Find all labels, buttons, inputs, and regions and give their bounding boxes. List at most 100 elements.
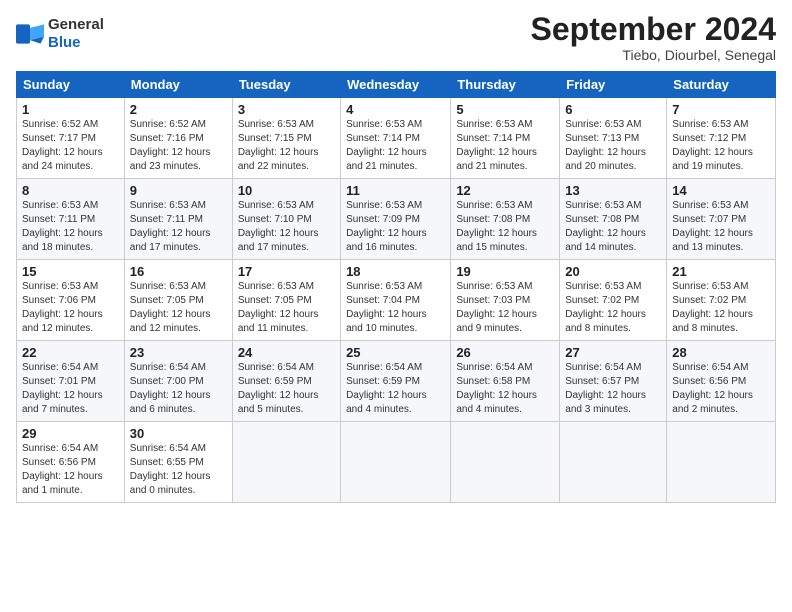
day-info: Sunrise: 6:54 AM Sunset: 6:59 PM Dayligh… (238, 361, 335, 417)
table-row: 17 Sunrise: 6:53 AM Sunset: 7:05 PM Dayl… (232, 260, 340, 341)
table-row: 18 Sunrise: 6:53 AM Sunset: 7:04 PM Dayl… (341, 260, 451, 341)
table-row: 5 Sunrise: 6:53 AM Sunset: 7:14 PM Dayli… (451, 98, 560, 179)
table-row: 29 Sunrise: 6:54 AM Sunset: 6:56 PM Dayl… (17, 422, 125, 503)
day-info: Sunrise: 6:53 AM Sunset: 7:08 PM Dayligh… (565, 199, 661, 255)
day-number: 12 (456, 183, 554, 198)
logo-icon (16, 24, 44, 44)
day-info: Sunrise: 6:54 AM Sunset: 6:55 PM Dayligh… (130, 442, 227, 498)
day-info: Sunrise: 6:53 AM Sunset: 7:04 PM Dayligh… (346, 280, 445, 336)
day-number: 23 (130, 345, 227, 360)
table-row: 21 Sunrise: 6:53 AM Sunset: 7:02 PM Dayl… (667, 260, 776, 341)
day-number: 18 (346, 264, 445, 279)
calendar-row: 22 Sunrise: 6:54 AM Sunset: 7:01 PM Dayl… (17, 341, 776, 422)
day-info: Sunrise: 6:54 AM Sunset: 7:01 PM Dayligh… (22, 361, 119, 417)
calendar-row: 1 Sunrise: 6:52 AM Sunset: 7:17 PM Dayli… (17, 98, 776, 179)
day-number: 10 (238, 183, 335, 198)
day-info: Sunrise: 6:53 AM Sunset: 7:07 PM Dayligh… (672, 199, 770, 255)
calendar-header-row: Sunday Monday Tuesday Wednesday Thursday… (17, 72, 776, 98)
day-number: 27 (565, 345, 661, 360)
day-info: Sunrise: 6:53 AM Sunset: 7:02 PM Dayligh… (565, 280, 661, 336)
table-row: 10 Sunrise: 6:53 AM Sunset: 7:10 PM Dayl… (232, 179, 340, 260)
col-thursday: Thursday (451, 72, 560, 98)
day-number: 6 (565, 102, 661, 117)
day-info: Sunrise: 6:53 AM Sunset: 7:05 PM Dayligh… (130, 280, 227, 336)
table-row: 24 Sunrise: 6:54 AM Sunset: 6:59 PM Dayl… (232, 341, 340, 422)
day-info: Sunrise: 6:53 AM Sunset: 7:11 PM Dayligh… (22, 199, 119, 255)
table-row: 7 Sunrise: 6:53 AM Sunset: 7:12 PM Dayli… (667, 98, 776, 179)
col-tuesday: Tuesday (232, 72, 340, 98)
day-info: Sunrise: 6:53 AM Sunset: 7:14 PM Dayligh… (456, 118, 554, 174)
table-row: 30 Sunrise: 6:54 AM Sunset: 6:55 PM Dayl… (124, 422, 232, 503)
day-info: Sunrise: 6:53 AM Sunset: 7:11 PM Dayligh… (130, 199, 227, 255)
table-row: 12 Sunrise: 6:53 AM Sunset: 7:08 PM Dayl… (451, 179, 560, 260)
day-number: 25 (346, 345, 445, 360)
day-number: 24 (238, 345, 335, 360)
day-info: Sunrise: 6:54 AM Sunset: 6:56 PM Dayligh… (22, 442, 119, 498)
day-number: 9 (130, 183, 227, 198)
col-friday: Friday (560, 72, 667, 98)
table-row: 3 Sunrise: 6:53 AM Sunset: 7:15 PM Dayli… (232, 98, 340, 179)
table-row (451, 422, 560, 503)
day-info: Sunrise: 6:53 AM Sunset: 7:09 PM Dayligh… (346, 199, 445, 255)
day-number: 2 (130, 102, 227, 117)
col-saturday: Saturday (667, 72, 776, 98)
day-number: 28 (672, 345, 770, 360)
table-row: 1 Sunrise: 6:52 AM Sunset: 7:17 PM Dayli… (17, 98, 125, 179)
day-number: 13 (565, 183, 661, 198)
day-info: Sunrise: 6:54 AM Sunset: 6:58 PM Dayligh… (456, 361, 554, 417)
table-row: 19 Sunrise: 6:53 AM Sunset: 7:03 PM Dayl… (451, 260, 560, 341)
table-row: 4 Sunrise: 6:53 AM Sunset: 7:14 PM Dayli… (341, 98, 451, 179)
table-row (667, 422, 776, 503)
day-number: 29 (22, 426, 119, 441)
header-row: General Blue September 2024 Tiebo, Diour… (16, 12, 776, 63)
table-row: 13 Sunrise: 6:53 AM Sunset: 7:08 PM Dayl… (560, 179, 667, 260)
col-sunday: Sunday (17, 72, 125, 98)
col-monday: Monday (124, 72, 232, 98)
day-info: Sunrise: 6:53 AM Sunset: 7:15 PM Dayligh… (238, 118, 335, 174)
day-info: Sunrise: 6:52 AM Sunset: 7:17 PM Dayligh… (22, 118, 119, 174)
table-row: 6 Sunrise: 6:53 AM Sunset: 7:13 PM Dayli… (560, 98, 667, 179)
day-number: 3 (238, 102, 335, 117)
day-number: 11 (346, 183, 445, 198)
table-row (341, 422, 451, 503)
day-number: 22 (22, 345, 119, 360)
day-number: 7 (672, 102, 770, 117)
calendar-table: Sunday Monday Tuesday Wednesday Thursday… (16, 71, 776, 503)
day-info: Sunrise: 6:53 AM Sunset: 7:06 PM Dayligh… (22, 280, 119, 336)
day-number: 30 (130, 426, 227, 441)
table-row: 20 Sunrise: 6:53 AM Sunset: 7:02 PM Dayl… (560, 260, 667, 341)
day-number: 15 (22, 264, 119, 279)
day-info: Sunrise: 6:54 AM Sunset: 6:59 PM Dayligh… (346, 361, 445, 417)
table-row: 2 Sunrise: 6:52 AM Sunset: 7:16 PM Dayli… (124, 98, 232, 179)
location: Tiebo, Diourbel, Senegal (531, 47, 776, 63)
day-info: Sunrise: 6:53 AM Sunset: 7:13 PM Dayligh… (565, 118, 661, 174)
logo-text: General Blue (48, 16, 104, 52)
table-row: 16 Sunrise: 6:53 AM Sunset: 7:05 PM Dayl… (124, 260, 232, 341)
table-row: 15 Sunrise: 6:53 AM Sunset: 7:06 PM Dayl… (17, 260, 125, 341)
day-number: 16 (130, 264, 227, 279)
calendar-row: 15 Sunrise: 6:53 AM Sunset: 7:06 PM Dayl… (17, 260, 776, 341)
logo-blue: Blue (48, 34, 81, 51)
table-row: 26 Sunrise: 6:54 AM Sunset: 6:58 PM Dayl… (451, 341, 560, 422)
day-info: Sunrise: 6:53 AM Sunset: 7:12 PM Dayligh… (672, 118, 770, 174)
day-number: 21 (672, 264, 770, 279)
day-number: 26 (456, 345, 554, 360)
table-row: 22 Sunrise: 6:54 AM Sunset: 7:01 PM Dayl… (17, 341, 125, 422)
day-info: Sunrise: 6:53 AM Sunset: 7:08 PM Dayligh… (456, 199, 554, 255)
day-info: Sunrise: 6:54 AM Sunset: 7:00 PM Dayligh… (130, 361, 227, 417)
day-number: 20 (565, 264, 661, 279)
day-number: 5 (456, 102, 554, 117)
day-number: 4 (346, 102, 445, 117)
day-info: Sunrise: 6:53 AM Sunset: 7:14 PM Dayligh… (346, 118, 445, 174)
table-row: 23 Sunrise: 6:54 AM Sunset: 7:00 PM Dayl… (124, 341, 232, 422)
page-container: General Blue September 2024 Tiebo, Diour… (0, 0, 792, 511)
month-title: September 2024 (531, 12, 776, 47)
table-row: 28 Sunrise: 6:54 AM Sunset: 6:56 PM Dayl… (667, 341, 776, 422)
table-row: 11 Sunrise: 6:53 AM Sunset: 7:09 PM Dayl… (341, 179, 451, 260)
calendar-row: 29 Sunrise: 6:54 AM Sunset: 6:56 PM Dayl… (17, 422, 776, 503)
day-number: 14 (672, 183, 770, 198)
day-info: Sunrise: 6:53 AM Sunset: 7:10 PM Dayligh… (238, 199, 335, 255)
calendar-row: 8 Sunrise: 6:53 AM Sunset: 7:11 PM Dayli… (17, 179, 776, 260)
table-row: 9 Sunrise: 6:53 AM Sunset: 7:11 PM Dayli… (124, 179, 232, 260)
table-row: 14 Sunrise: 6:53 AM Sunset: 7:07 PM Dayl… (667, 179, 776, 260)
